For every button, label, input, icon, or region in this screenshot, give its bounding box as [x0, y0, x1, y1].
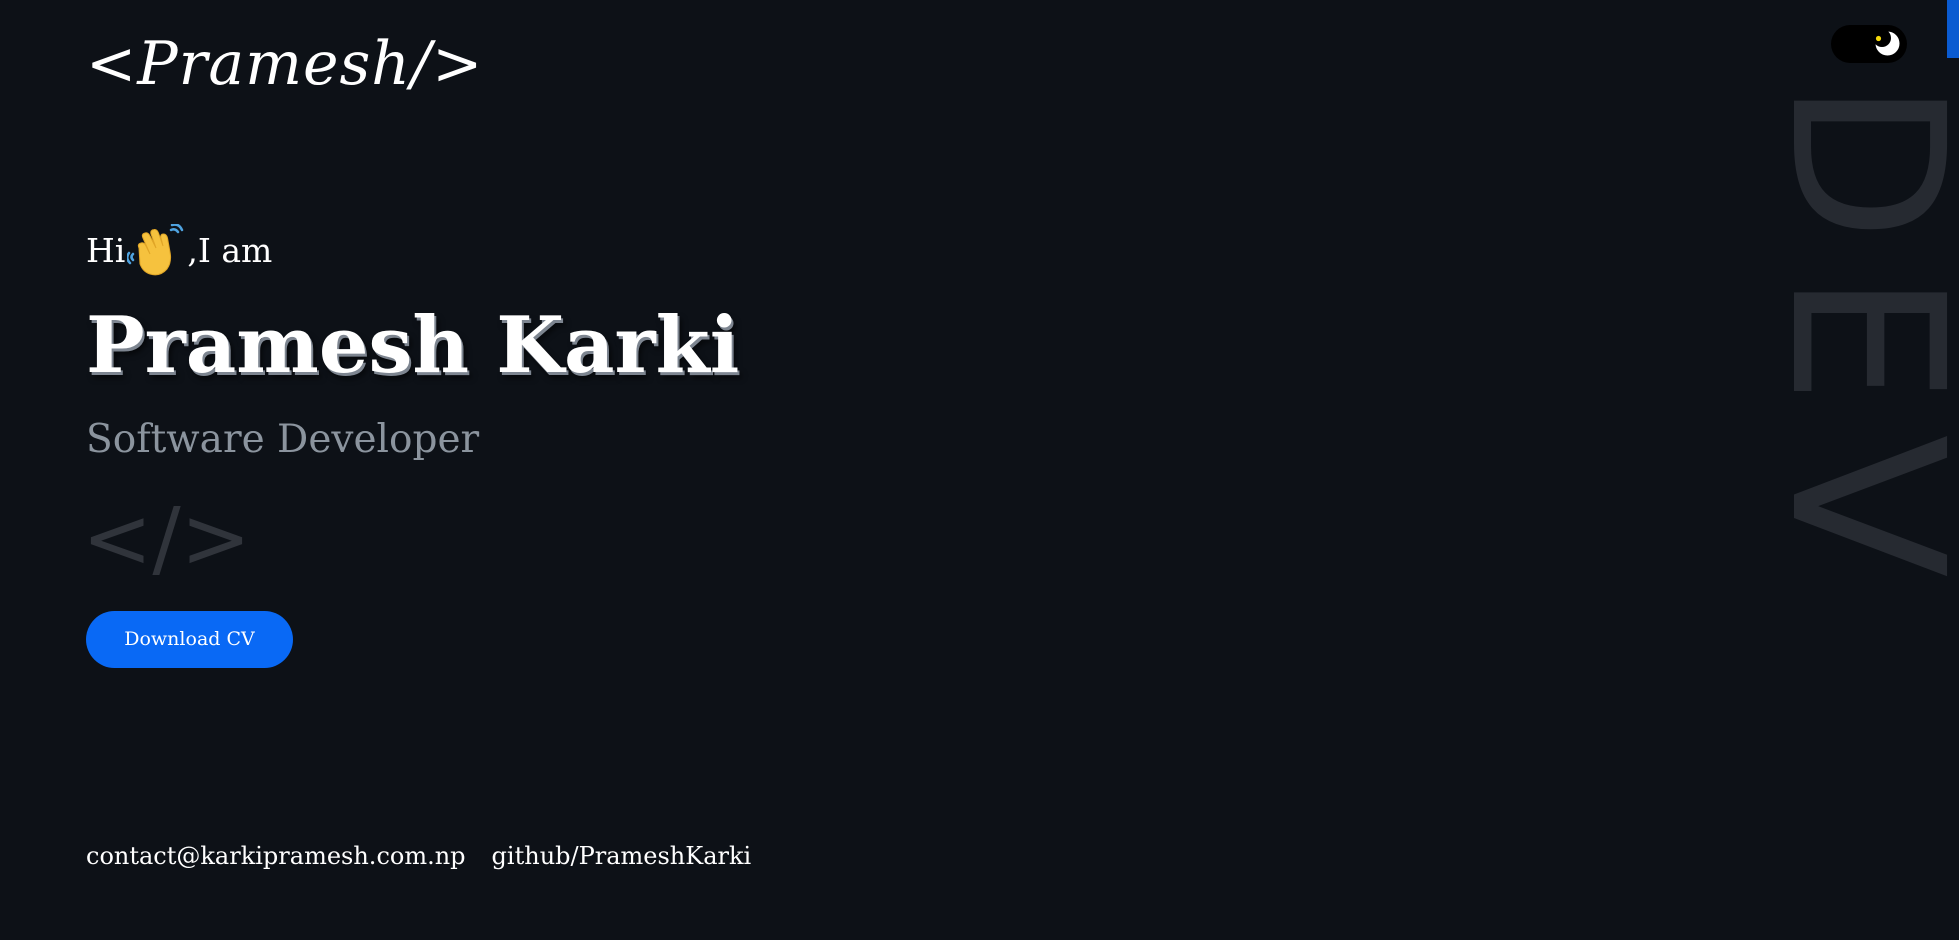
code-glyph-decoration: </> — [82, 489, 252, 587]
scroll-indicator[interactable] — [1947, 0, 1959, 58]
github-link[interactable]: github/PrameshKarki — [492, 838, 752, 874]
site-logo[interactable]: <Pramesh/> — [86, 14, 483, 114]
hero-name: Pramesh Karki — [86, 300, 740, 391]
greeting-rest: ,I am — [187, 231, 273, 270]
email-link[interactable]: contact@karkipramesh.com.np — [86, 838, 466, 874]
footer-links: contact@karkipramesh.com.np github/Prame… — [86, 838, 751, 874]
background-dev-word: DEV — [1744, 80, 1959, 609]
hero-role: Software Developer — [86, 417, 480, 462]
greeting-hi: Hi — [86, 231, 126, 270]
theme-toggle[interactable] — [1831, 25, 1907, 63]
waving-hand-icon — [127, 224, 184, 276]
moon-icon — [1873, 29, 1900, 56]
page: DEV <Pramesh/> Hi ,I am Pramesh Karki So… — [0, 0, 1959, 940]
greeting: Hi ,I am — [86, 224, 272, 278]
download-cv-button[interactable]: Download CV — [86, 611, 293, 668]
